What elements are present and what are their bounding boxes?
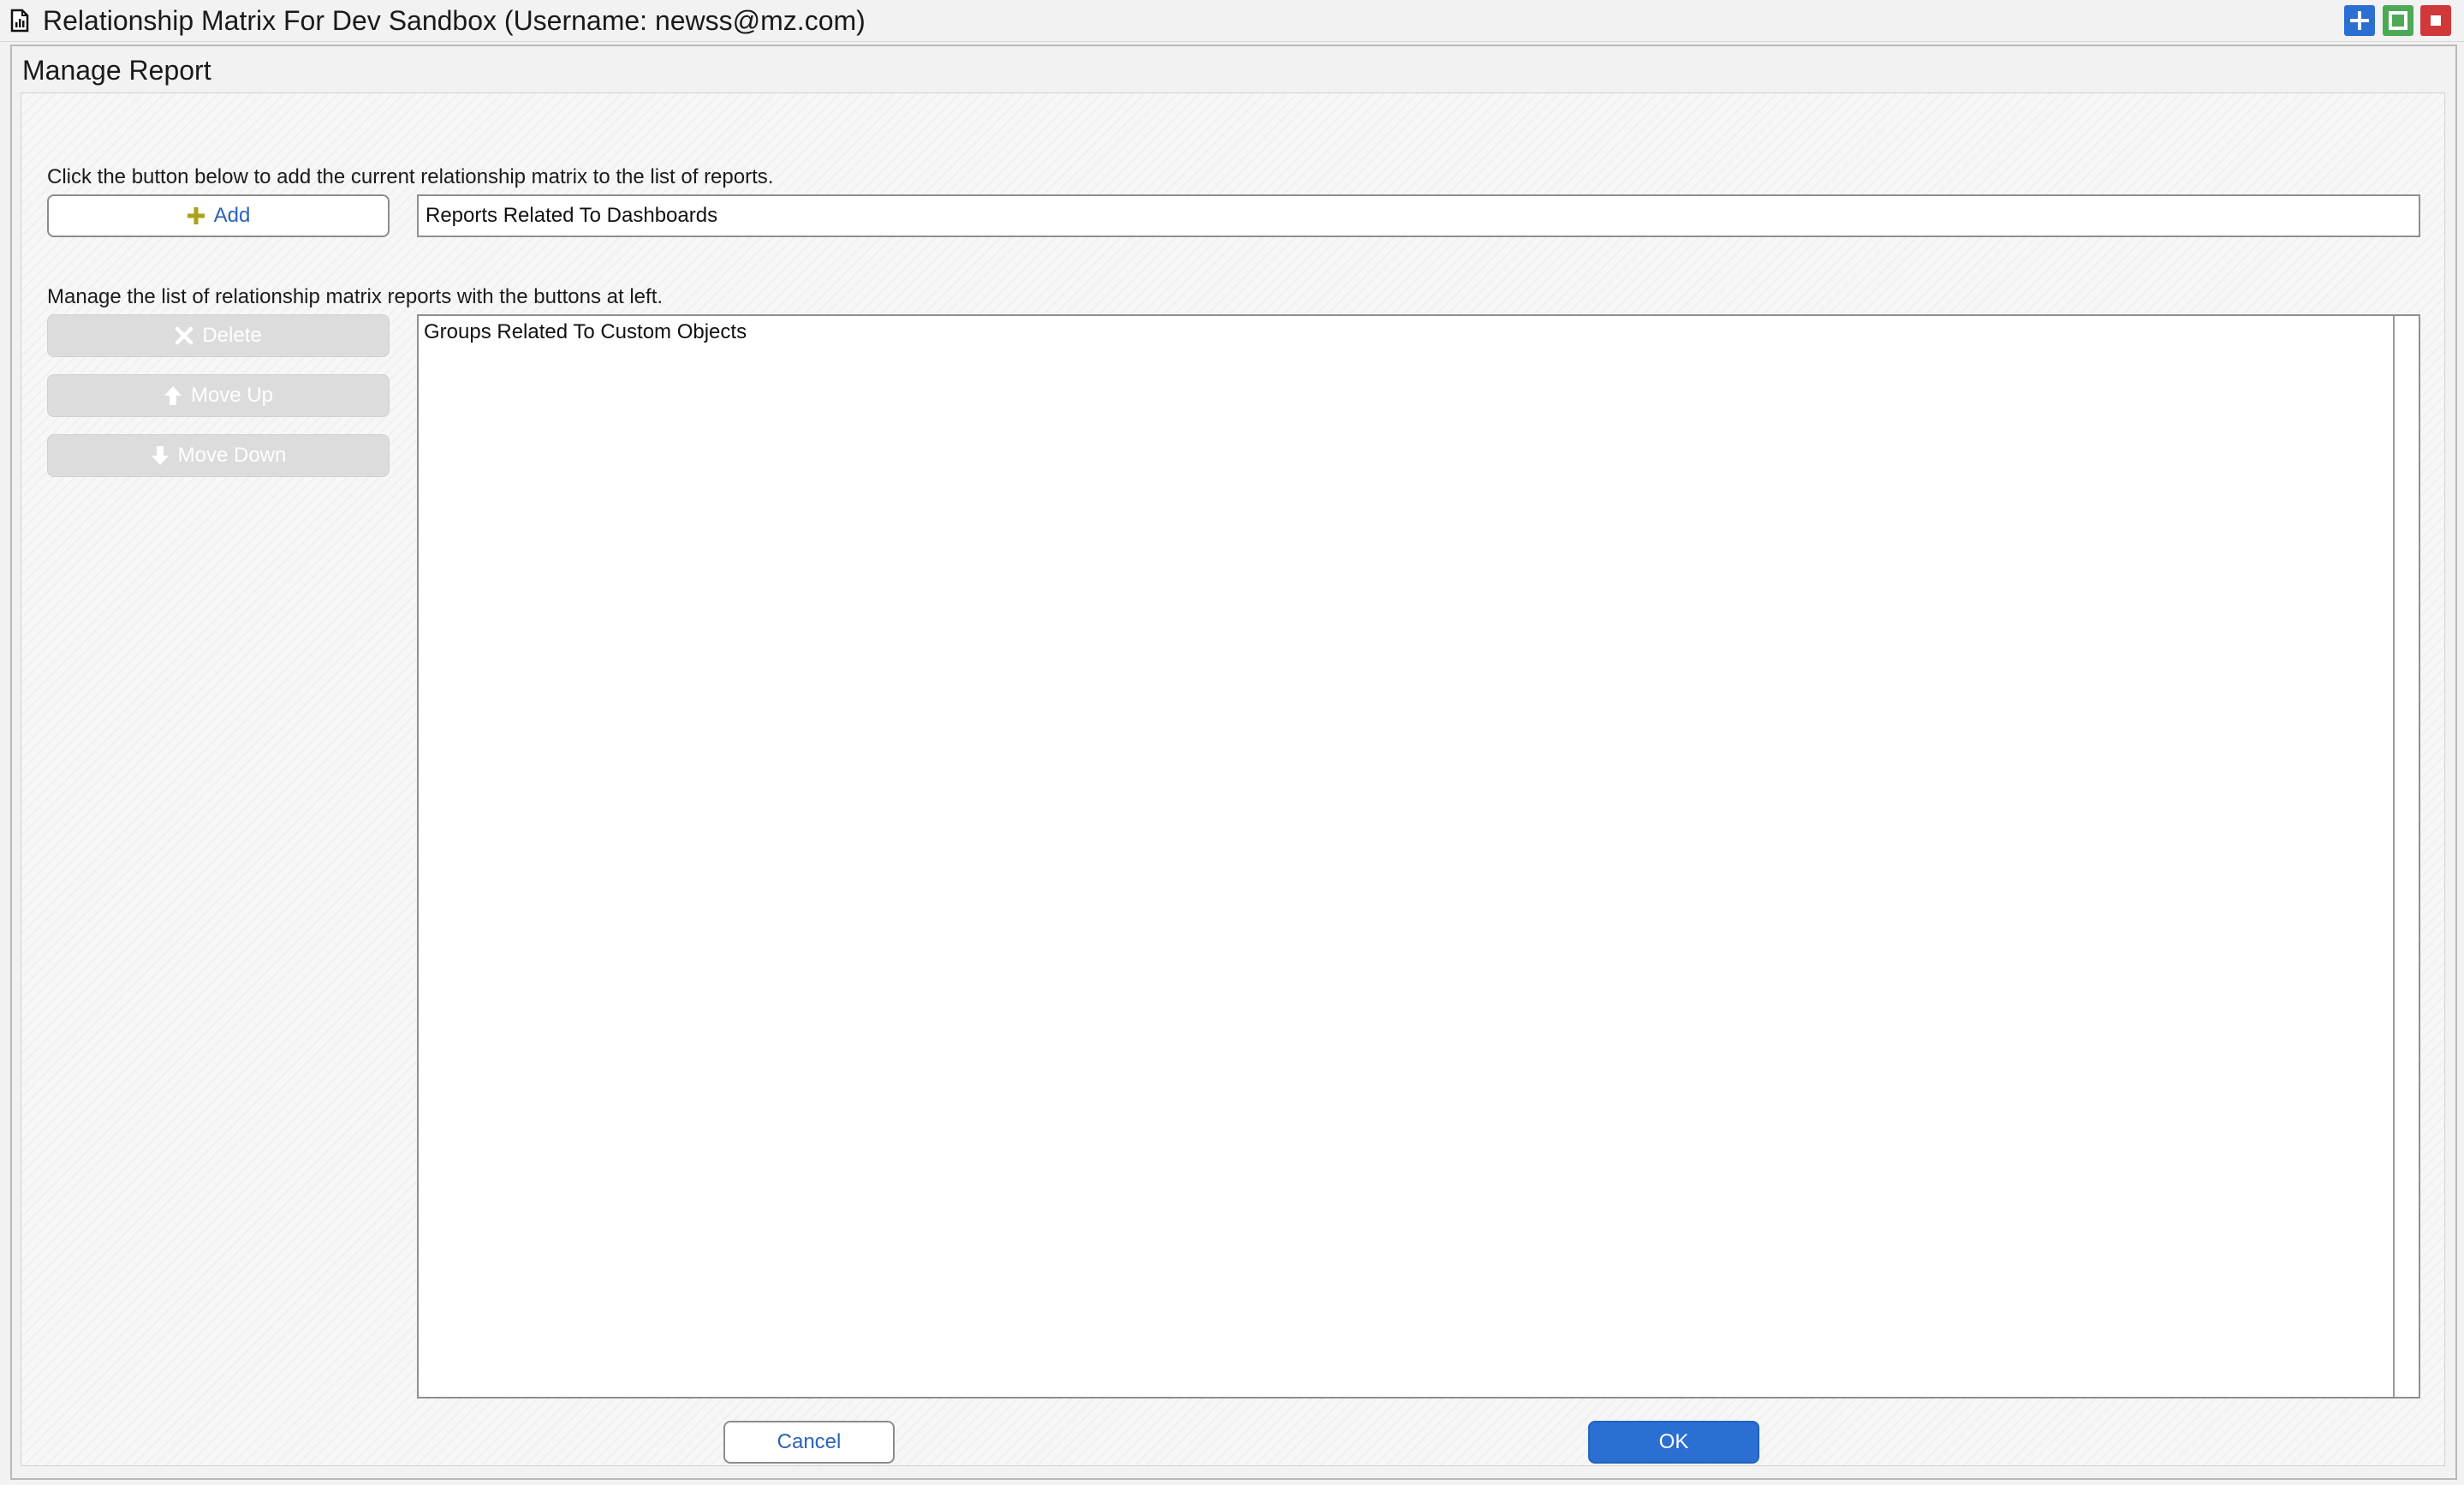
manage-report-panel: Manage Report Click the button below to … (10, 45, 2457, 1480)
plus-icon (187, 207, 205, 224)
arrow-up-icon (164, 386, 182, 405)
delete-button-label: Delete (202, 324, 262, 347)
close-icon (176, 326, 193, 345)
relationship-matrix-window: Relationship Matrix For Dev Sandbox (Use… (0, 0, 2464, 1485)
list-item[interactable]: Groups Related To Custom Objects (424, 318, 747, 347)
move-up-button-label: Move Up (190, 384, 274, 407)
move-up-button[interactable]: Move Up (47, 374, 390, 417)
ok-button-label: OK (1658, 1430, 1689, 1453)
ok-button[interactable]: OK (1588, 1421, 1759, 1464)
report-document-icon (10, 9, 29, 33)
cancel-button-label: Cancel (777, 1430, 842, 1453)
close-button[interactable] (2420, 5, 2451, 36)
panel-title: Manage Report (22, 55, 211, 86)
reports-listbox[interactable]: Groups Related To Custom Objects (417, 314, 2420, 1399)
cancel-button[interactable]: Cancel (723, 1421, 895, 1464)
move-down-button[interactable]: Move Down (47, 434, 390, 477)
arrow-down-icon (151, 446, 169, 465)
add-button[interactable]: Add (47, 194, 390, 237)
square-icon (2389, 11, 2407, 30)
add-button-label: Add (213, 204, 251, 227)
restore-button[interactable] (2383, 5, 2413, 36)
stop-icon (2431, 15, 2441, 26)
plus-icon (2350, 11, 2369, 30)
window-title: Relationship Matrix For Dev Sandbox (Use… (43, 5, 866, 36)
delete-button[interactable]: Delete (47, 314, 390, 357)
maximize-button[interactable] (2344, 5, 2375, 36)
panel-content: Click the button below to add the curren… (21, 92, 2445, 1466)
move-down-button-label: Move Down (177, 444, 287, 467)
add-instruction: Click the button below to add the curren… (47, 165, 774, 188)
title-bar: Relationship Matrix For Dev Sandbox (Use… (0, 0, 2464, 42)
vertical-scrollbar[interactable] (2393, 316, 2419, 1397)
manage-instruction: Manage the list of relationship matrix r… (47, 285, 664, 308)
report-name-input[interactable] (417, 194, 2420, 237)
